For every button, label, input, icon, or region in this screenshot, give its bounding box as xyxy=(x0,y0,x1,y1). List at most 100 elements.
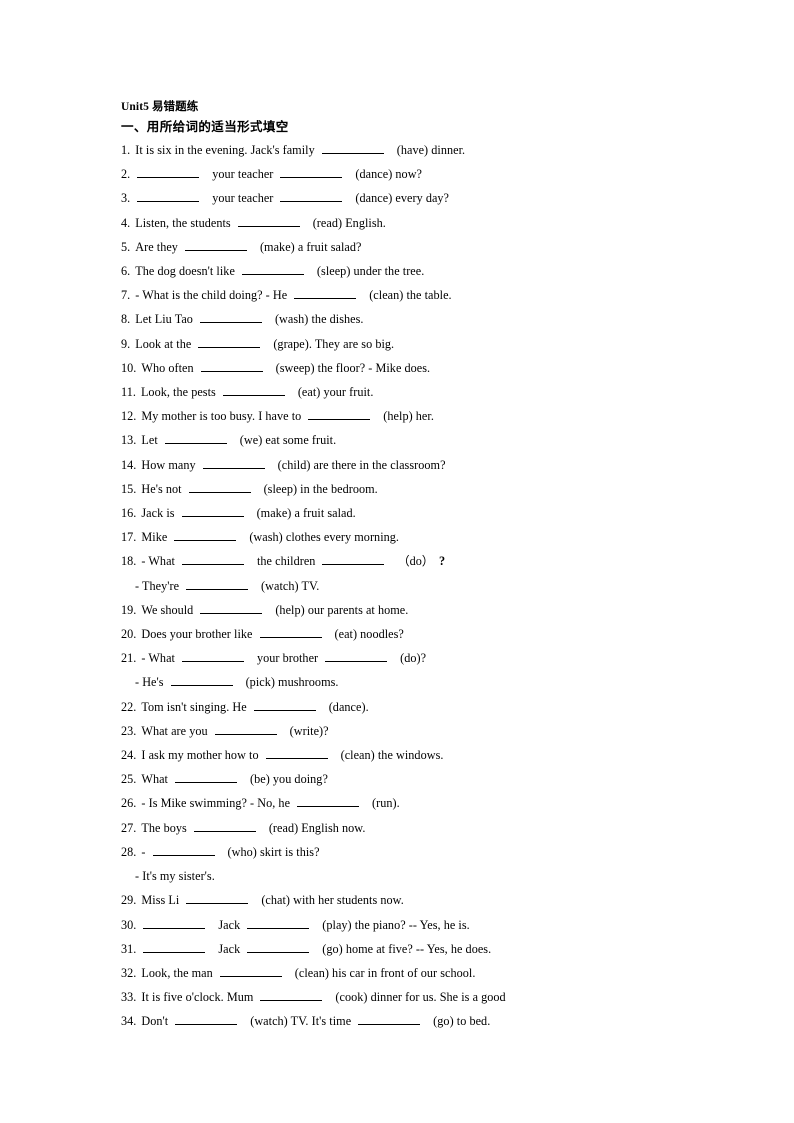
question-number: 15. xyxy=(121,481,137,496)
answer-blank[interactable] xyxy=(265,748,328,760)
question-text: Miss Li xyxy=(141,893,180,908)
question-number: 22. xyxy=(121,699,137,714)
question-text: (child) are there in the classroom? xyxy=(277,457,446,472)
answer-blank[interactable] xyxy=(143,941,206,953)
question-line: 29. Miss Li (chat) with her students now. xyxy=(121,888,681,912)
answer-blank[interactable] xyxy=(137,167,200,179)
question-number: 21. xyxy=(121,651,137,666)
question-text: Look at the xyxy=(135,336,192,351)
answer-blank[interactable] xyxy=(198,336,261,348)
answer-blank[interactable] xyxy=(247,917,310,929)
question-text: (write)? xyxy=(289,723,329,738)
question-line: 34. Don't (watch) TV. It's time (go) to bed… xyxy=(121,1009,681,1033)
question-text: (sweep) the floor? - Mike does. xyxy=(275,360,431,375)
question-line: 26. - Is Mike swimming? - No, he (run). xyxy=(121,791,681,815)
question-text: The dog doesn't like xyxy=(135,264,235,279)
question-line: 27. The boys (read) English now. xyxy=(121,816,681,840)
answer-blank[interactable] xyxy=(308,409,371,421)
answer-blank[interactable] xyxy=(253,699,316,711)
question-line: 30. Jack (play) the piano? -- Yes, he is. xyxy=(121,913,681,937)
question-subline: - They're (watch) TV. xyxy=(121,574,681,598)
answer-blank[interactable] xyxy=(219,966,282,977)
answer-blank[interactable] xyxy=(259,627,322,639)
question-number: 5. xyxy=(121,239,131,254)
answer-blank[interactable] xyxy=(237,215,300,227)
question-text: Are they xyxy=(135,239,178,254)
answer-blank[interactable] xyxy=(321,143,384,154)
answer-blank[interactable] xyxy=(260,990,323,1002)
answer-blank[interactable] xyxy=(199,312,262,324)
question-line: 16. Jack is (make) a fruit salad. xyxy=(121,501,681,525)
question-line: 14. How many (child) are there in the clas… xyxy=(121,453,681,477)
question-line: 3. your teacher (dance) every day? xyxy=(121,186,681,210)
answer-blank[interactable] xyxy=(188,481,251,493)
question-text: (eat) noodles? xyxy=(334,627,404,642)
question-text: (wash) clothes every morning. xyxy=(249,530,400,545)
question-number: 7. xyxy=(121,288,131,303)
question-text: (we) eat some fruit. xyxy=(239,433,337,448)
answer-blank[interactable] xyxy=(241,264,304,276)
answer-blank[interactable] xyxy=(325,651,388,663)
answer-blank[interactable] xyxy=(137,191,200,203)
question-text: (go) home at five? -- Yes, he does. xyxy=(322,941,492,956)
question-text: (wash) the dishes. xyxy=(274,312,364,327)
answer-blank[interactable] xyxy=(200,360,263,372)
answer-blank[interactable] xyxy=(143,917,206,929)
answer-blank[interactable] xyxy=(358,1014,421,1026)
question-number: 28. xyxy=(121,844,137,859)
answer-blank[interactable] xyxy=(181,506,244,518)
question-text: - xyxy=(141,844,146,859)
answer-blank[interactable] xyxy=(280,167,343,179)
question-line: 31. Jack (go) home at five? -- Yes, he doe… xyxy=(121,937,681,961)
answer-blank[interactable] xyxy=(164,433,227,445)
answer-blank[interactable] xyxy=(174,772,237,784)
question-text: - What is the child doing? - He xyxy=(135,288,288,303)
answer-blank[interactable] xyxy=(294,288,357,300)
question-line: 28. - (who) skirt is this? xyxy=(121,840,681,864)
answer-blank[interactable] xyxy=(322,554,385,566)
answer-blank[interactable] xyxy=(297,796,360,808)
answer-blank[interactable] xyxy=(152,845,215,856)
question-text: What are you xyxy=(141,723,208,738)
question-mark: ? xyxy=(439,554,446,569)
answer-blank[interactable] xyxy=(181,651,244,663)
question-number: 29. xyxy=(121,893,137,908)
question-number: 6. xyxy=(121,264,131,279)
question-text: (eat) your fruit. xyxy=(297,385,374,400)
answer-blank[interactable] xyxy=(247,941,310,953)
answer-blank[interactable] xyxy=(222,385,285,397)
question-text: your teacher xyxy=(212,167,274,182)
question-text: (read) English. xyxy=(312,215,386,230)
answer-blank[interactable] xyxy=(186,893,249,905)
question-text: - It's my sister's. xyxy=(135,869,215,884)
question-line: 15. He's not (sleep) in the bedroom. xyxy=(121,477,681,501)
question-text: Let xyxy=(141,433,158,448)
answer-blank[interactable] xyxy=(174,530,237,542)
document-body: Unit5 易错题练 一、用所给词的适当形式填空 1. It is six in … xyxy=(121,98,681,1034)
question-text: How many xyxy=(141,457,196,472)
question-text: (help) our parents at home. xyxy=(275,602,409,617)
question-text: (dance). xyxy=(328,699,369,714)
answer-blank[interactable] xyxy=(200,603,263,614)
answer-blank[interactable] xyxy=(280,191,343,203)
answer-blank[interactable] xyxy=(170,675,233,687)
answer-blank[interactable] xyxy=(193,820,256,832)
answer-blank[interactable] xyxy=(184,239,247,251)
answer-blank[interactable] xyxy=(214,724,277,735)
question-text: Jack xyxy=(218,917,241,932)
question-text: Who often xyxy=(141,360,194,375)
answer-blank[interactable] xyxy=(202,457,265,469)
question-text: Jack xyxy=(218,941,241,956)
answer-blank[interactable] xyxy=(186,578,249,590)
answer-blank[interactable] xyxy=(181,554,244,566)
question-text: He's not xyxy=(141,481,182,496)
question-number: 32. xyxy=(121,965,137,980)
answer-blank[interactable] xyxy=(175,1014,238,1026)
question-number: 19. xyxy=(121,602,137,617)
question-number: 3. xyxy=(121,191,131,206)
question-line: 24. I ask my mother how to (clean) the win… xyxy=(121,743,681,767)
question-text: (dance) now? xyxy=(355,167,422,182)
question-number: 9. xyxy=(121,336,131,351)
question-number: 13. xyxy=(121,433,137,448)
question-text: (run). xyxy=(372,796,400,811)
